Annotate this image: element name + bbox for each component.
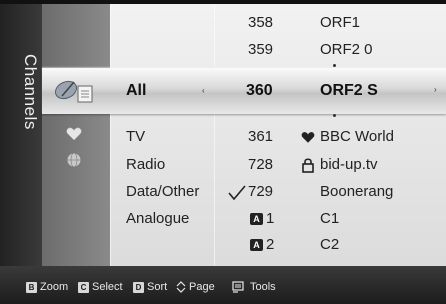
page-title: Channels <box>21 54 40 130</box>
tools-button[interactable]: Tools <box>232 280 276 294</box>
check-icon <box>228 185 246 201</box>
selected-row[interactable] <box>42 68 446 114</box>
page-button[interactable]: Page <box>176 280 215 294</box>
channel-number: 1 <box>266 210 275 227</box>
group-analogue[interactable]: Analogue <box>126 210 189 227</box>
group-all[interactable]: All <box>126 82 146 100</box>
page-label: Page <box>189 281 215 293</box>
page-updown-icon <box>176 281 186 293</box>
channel-number: 729 <box>248 183 274 200</box>
group-radio[interactable]: Radio <box>126 156 165 173</box>
zoom-button[interactable]: B Zoom <box>26 280 68 294</box>
heart-icon <box>301 132 315 143</box>
channel-name[interactable]: C1 <box>320 210 339 227</box>
select-key-icon: C <box>78 281 89 293</box>
channel-number: 2 <box>266 236 275 253</box>
channel-number-selected: 360 <box>246 82 273 99</box>
title-column: Channels <box>0 4 42 266</box>
group-tv[interactable]: TV <box>126 128 145 145</box>
sort-label: Sort <box>147 281 168 293</box>
tools-icon <box>232 281 244 293</box>
channel-number: 359 <box>248 41 274 58</box>
channel-name[interactable]: bid-up.tv <box>320 156 378 173</box>
channel-number: 358 <box>248 14 274 31</box>
column-divider <box>110 4 111 266</box>
channel-name[interactable]: ORF1 <box>320 14 360 31</box>
channel-name[interactable]: BBC World <box>320 128 394 145</box>
all-channels-icon <box>54 80 93 103</box>
tools-label: Tools <box>250 281 276 293</box>
channel-number: 361 <box>248 128 274 145</box>
channel-name[interactable]: ORF2 0 <box>320 41 373 58</box>
channel-name[interactable]: C2 <box>320 236 339 253</box>
channel-number: 728 <box>248 156 274 173</box>
sort-button[interactable]: D Sort <box>133 280 167 294</box>
globe-icon <box>66 152 82 168</box>
zoom-key-icon: B <box>26 281 37 293</box>
footer-bar: B Zoom C Select D Sort Page Tools <box>0 266 446 304</box>
channel-name-selected[interactable]: ORF2 S <box>320 82 378 100</box>
right-arrow-icon[interactable]: › <box>434 85 437 94</box>
column-divider <box>214 4 215 266</box>
analog-icon: A <box>250 213 263 225</box>
analog-icon: A <box>250 239 263 251</box>
zoom-label: Zoom <box>40 281 69 293</box>
scroll-dot-icon <box>333 64 336 67</box>
sort-key-icon: D <box>133 281 144 293</box>
left-arrow-icon[interactable]: ‹ <box>202 86 205 95</box>
channel-name[interactable]: Boonerang <box>320 183 393 200</box>
scroll-dot-icon <box>333 114 336 117</box>
favorite-heart-icon <box>66 127 82 141</box>
select-button[interactable]: C Select <box>78 280 123 294</box>
select-label: Select <box>92 281 123 293</box>
lock-icon <box>302 158 314 173</box>
group-data-other[interactable]: Data/Other <box>126 183 199 200</box>
